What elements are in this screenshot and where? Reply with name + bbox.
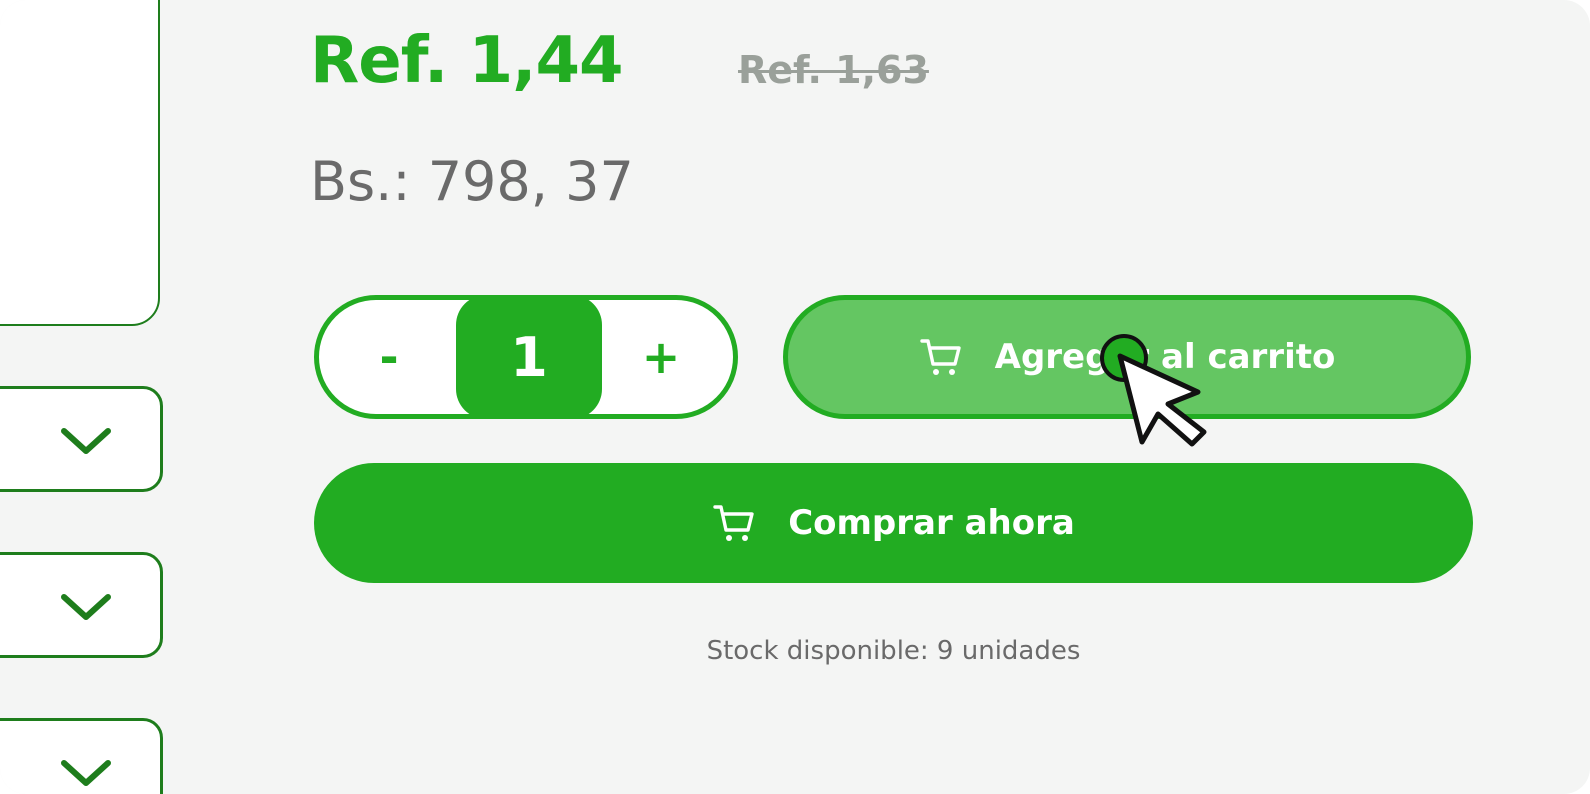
buy-now-label: Comprar ahora: [788, 503, 1075, 543]
price-ref: Ref. 1,44: [310, 24, 624, 98]
buy-now-button[interactable]: Comprar ahora: [314, 463, 1473, 583]
price-bs: Bs.: 798, 37: [310, 150, 634, 213]
quantity-stepper: - 1 +: [314, 295, 738, 419]
product-purchase-panel: Ref. 1,44 Ref. 1,63 Bs.: 798, 37 - 1 + A…: [0, 0, 1590, 794]
add-to-cart-button[interactable]: Agregar al carrito: [783, 295, 1471, 419]
dropdown-3[interactable]: [0, 718, 163, 794]
stock-availability: Stock disponible: 9 unidades: [706, 636, 1081, 666]
dropdown-1[interactable]: [0, 386, 163, 492]
price-ref-old: Ref. 1,63: [738, 48, 929, 92]
chevron-down-icon: [61, 760, 111, 786]
chevron-down-icon: [61, 594, 111, 620]
add-to-cart-label: Agregar al carrito: [994, 337, 1336, 377]
cart-icon: [919, 339, 961, 375]
quantity-value: 1: [456, 295, 602, 419]
cart-icon: [713, 505, 754, 541]
increase-quantity-button[interactable]: +: [601, 300, 721, 414]
chevron-down-icon: [61, 428, 111, 454]
product-image-card: [0, 0, 160, 326]
dropdown-2[interactable]: [0, 552, 163, 658]
decrease-quantity-button[interactable]: -: [329, 300, 449, 414]
